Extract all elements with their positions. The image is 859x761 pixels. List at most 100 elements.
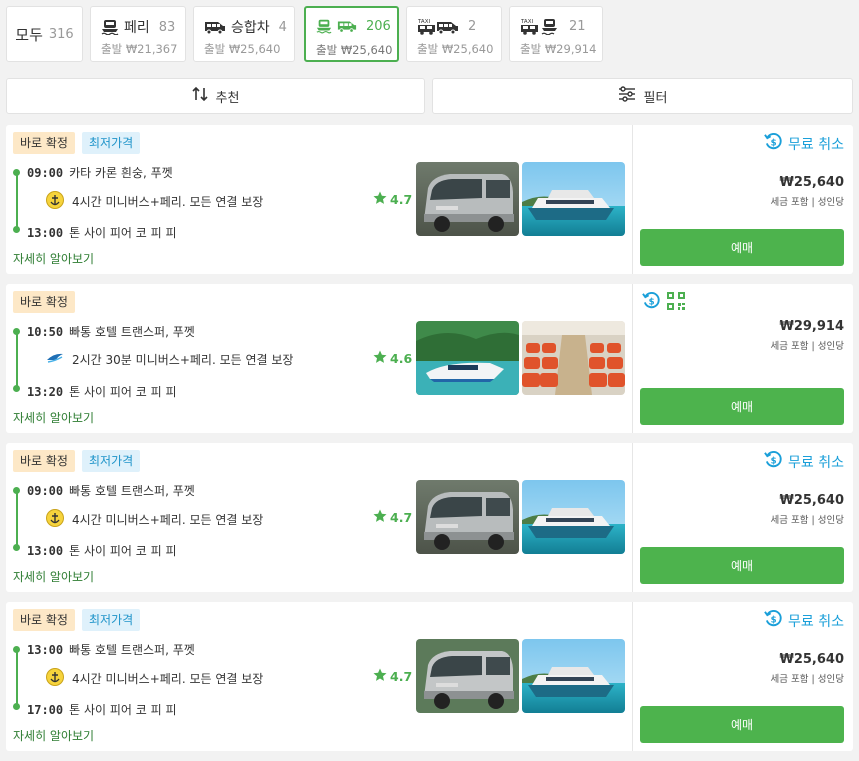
tab-ferry-van[interactable]: 206 출발 ₩25,640 [304, 6, 399, 62]
arrival-stop: 13:20 톤 사이 피어 코 피 피 [27, 385, 177, 399]
free-cancellation: $ 무료 취소 [764, 450, 844, 473]
tab-taxi-ferry-count: 21 [569, 18, 586, 34]
details-link[interactable]: 자세히 알아보기 [13, 409, 94, 426]
svg-text:$: $ [771, 615, 777, 625]
sort-recommend-label: 추천 [215, 90, 240, 106]
ferry-icon [101, 19, 119, 35]
star-icon [373, 191, 387, 208]
tab-ferry-label: 페리 [124, 20, 150, 36]
tab-taxi-ferry[interactable]: TAXI 21 출발 ₩29,914 [509, 6, 603, 62]
cheapest-badge: 최저가격 [81, 132, 141, 154]
svg-text:TAXI: TAXI [520, 19, 533, 25]
filter-label: 필터 [643, 90, 668, 106]
departure-stop: 09:00 빠통 호텔 트랜스퍼, 푸껫 [27, 484, 195, 498]
result-card[interactable]: 바로 확정 최저가격 09:00 카타 카론 흰숭, 푸껫 4시간 미니버스+페리… [6, 125, 853, 274]
route-summary: 4시간 미니버스+페리. 모든 연결 보장 [46, 509, 263, 530]
filter-sliders-icon [618, 86, 636, 106]
free-cancel-label: 무료 취소 [788, 613, 844, 630]
tab-ferry-price: 출발 ₩21,367 [101, 42, 178, 56]
star-icon [373, 668, 387, 685]
book-button[interactable]: 예매 [640, 706, 844, 743]
route-timeline [13, 487, 20, 551]
tab-ferry-van-price: 출발 ₩25,640 [316, 43, 393, 57]
speedboat-logo-icon [46, 351, 64, 368]
details-link[interactable]: 자세히 알아보기 [13, 568, 94, 585]
svg-text:$: $ [771, 456, 777, 466]
free-cancellation: $ 무료 취소 [764, 132, 844, 155]
svg-text:$: $ [649, 297, 655, 307]
tax-note: 세금 포함 | 성인당 [770, 674, 844, 685]
anchor-logo-icon [46, 191, 64, 212]
tab-taxi-van-count: 2 [468, 18, 477, 34]
van-icon [337, 18, 357, 34]
van-photo[interactable] [416, 162, 519, 236]
boat-interior-photo[interactable] [522, 321, 625, 395]
free-cancel-label: 무료 취소 [788, 454, 844, 471]
tab-van-count: 4 [278, 19, 287, 35]
anchor-logo-icon [46, 668, 64, 689]
result-card[interactable]: 바로 확정 10:50 빠통 호텔 트랜스퍼, 푸껫 2시간 30분 미니버스+페… [6, 284, 853, 433]
speedboat-photo[interactable] [416, 321, 519, 395]
arrival-stop: 13:00 톤 사이 피어 코 피 피 [27, 544, 177, 558]
route-timeline [13, 328, 20, 392]
departure-stop: 13:00 빠통 호텔 트랜스퍼, 푸껫 [27, 643, 195, 657]
tab-van-label: 승합차 [231, 20, 270, 36]
van-icon [204, 19, 226, 35]
departure-stop: 09:00 카타 카론 흰숭, 푸껫 [27, 166, 173, 180]
van-photo[interactable] [416, 480, 519, 554]
route-summary: 2시간 30분 미니버스+페리. 모든 연결 보장 [46, 351, 293, 368]
tab-taxi-ferry-price: 출발 ₩29,914 [520, 42, 597, 56]
star-icon [373, 350, 387, 367]
price: ₩25,640 [779, 175, 844, 190]
tab-all[interactable]: 모두 316 [6, 6, 83, 62]
book-button[interactable]: 예매 [640, 547, 844, 584]
feature-icons: $ [642, 291, 685, 314]
details-link[interactable]: 자세히 알아보기 [13, 727, 94, 744]
tab-ferry-van-count: 206 [366, 18, 391, 34]
taxi-ferry-icon: TAXI [520, 17, 560, 35]
book-button[interactable]: 예매 [640, 388, 844, 425]
rating: 4.7 [373, 668, 412, 685]
tab-ferry[interactable]: 페리 83 출발 ₩21,367 [90, 6, 186, 62]
rating: 4.7 [373, 509, 412, 526]
anchor-logo-icon [46, 509, 64, 530]
tax-note: 세금 포함 | 성인당 [770, 197, 844, 208]
sort-recommend-button[interactable]: 추천 [6, 78, 425, 114]
arrival-stop: 17:00 톤 사이 피어 코 피 피 [27, 703, 177, 717]
ferry-photo[interactable] [522, 162, 625, 236]
details-link[interactable]: 자세히 알아보기 [13, 250, 94, 267]
result-card[interactable]: 바로 확정 최저가격 09:00 빠통 호텔 트랜스퍼, 푸껫 4시간 미니버스+… [6, 443, 853, 592]
sort-filter-bar: 추천 필터 [6, 78, 853, 114]
sort-arrows-icon [191, 86, 208, 106]
filter-button[interactable]: 필터 [432, 78, 853, 114]
rating-value: 4.7 [390, 192, 413, 207]
free-cancel-label: 무료 취소 [788, 136, 844, 153]
rating-value: 4.7 [390, 669, 413, 684]
taxi-van-icon: TAXI [417, 17, 459, 35]
price: ₩25,640 [779, 652, 844, 667]
arrival-stop: 13:00 톤 사이 피어 코 피 피 [27, 226, 177, 240]
price: ₩25,640 [779, 493, 844, 508]
tab-taxi-van[interactable]: TAXI 2 출발 ₩25,640 [406, 6, 502, 62]
van-photo[interactable] [416, 639, 519, 713]
route-timeline [13, 646, 20, 710]
rating-value: 4.7 [390, 510, 413, 525]
rating: 4.6 [373, 350, 412, 367]
instant-confirm-badge: 바로 확정 [13, 132, 75, 154]
qr-code-icon [667, 291, 685, 314]
departure-stop: 10:50 빠통 호텔 트랜스퍼, 푸껫 [27, 325, 195, 339]
ferry-photo[interactable] [522, 480, 625, 554]
route-summary: 4시간 미니버스+페리. 모든 연결 보장 [46, 191, 263, 212]
book-button[interactable]: 예매 [640, 229, 844, 266]
refund-clock-icon: $ [764, 132, 783, 155]
tab-all-count: 316 [48, 26, 74, 42]
tab-van[interactable]: 승합차 4 출발 ₩25,640 [193, 6, 295, 62]
tax-note: 세금 포함 | 성인당 [770, 341, 844, 352]
instant-confirm-badge: 바로 확정 [13, 450, 75, 472]
price: ₩29,914 [779, 319, 844, 334]
transport-type-tabs: 모두 316 페리 83 출발 ₩21,367 승합차 4 출발 ₩25,640… [6, 6, 853, 62]
tab-ferry-count: 83 [158, 19, 176, 35]
result-card[interactable]: 바로 확정 최저가격 13:00 빠통 호텔 트랜스퍼, 푸껫 4시간 미니버스+… [6, 602, 853, 751]
instant-confirm-badge: 바로 확정 [13, 291, 75, 313]
ferry-photo[interactable] [522, 639, 625, 713]
